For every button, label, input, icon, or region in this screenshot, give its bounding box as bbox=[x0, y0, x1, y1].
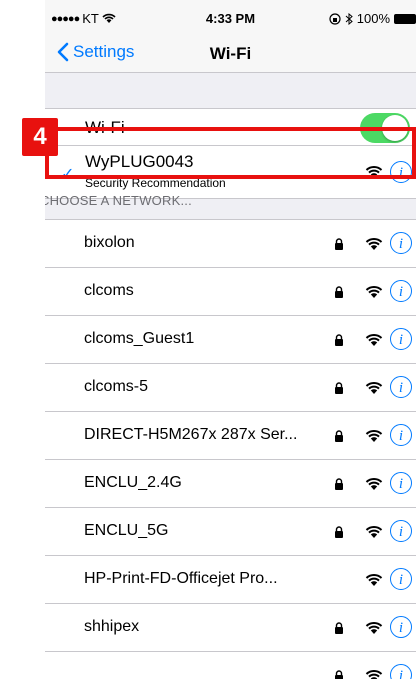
lock-icon bbox=[335, 478, 343, 490]
wifi-signal-icon bbox=[365, 382, 383, 394]
info-icon[interactable]: i bbox=[390, 616, 412, 638]
network-name: clcoms-5 bbox=[84, 378, 149, 395]
status-bar: ●●●●● KT 4:33 PM 100% bbox=[45, 0, 416, 36]
lock-icon bbox=[335, 430, 343, 442]
lock-icon bbox=[335, 334, 343, 346]
page-title: Wi-Fi bbox=[209, 44, 252, 63]
phone-screen: ●●●●● KT 4:33 PM 100% Settings Wi-Fi Wi-… bbox=[45, 0, 416, 679]
lock-icon bbox=[335, 382, 343, 394]
lock-icon bbox=[335, 670, 343, 679]
info-icon[interactable]: i bbox=[390, 424, 412, 446]
network-row[interactable]: ENCLU_2.4G i bbox=[45, 460, 416, 508]
lock-icon bbox=[335, 286, 343, 298]
network-name: clcoms bbox=[84, 282, 134, 299]
lock-rotation-icon bbox=[329, 12, 341, 25]
network-name: HP-Print-FD-Officejet Pro... bbox=[84, 570, 278, 587]
network-row[interactable]: clcoms_Guest1 i bbox=[45, 316, 416, 364]
lock-icon bbox=[335, 526, 343, 538]
network-row[interactable]: HP-Print-FD-Officejet Pro... i bbox=[45, 556, 416, 604]
info-icon[interactable]: i bbox=[390, 664, 412, 679]
battery-percent: 100% bbox=[356, 11, 390, 26]
network-name: shhipex bbox=[84, 618, 140, 635]
network-name: DIRECT-H5M267x 287x Ser... bbox=[84, 426, 298, 443]
wifi-signal-icon bbox=[365, 622, 383, 634]
wifi-signal-icon bbox=[365, 670, 383, 679]
step-badge: 4 bbox=[22, 118, 58, 156]
wifi-signal-icon bbox=[365, 478, 383, 490]
highlight-box bbox=[45, 127, 416, 179]
info-icon[interactable]: i bbox=[390, 280, 412, 302]
info-icon[interactable]: i bbox=[390, 568, 412, 590]
network-list: bixolon i clcoms i clcoms_Guest1 i clcoms-5 i DI… bbox=[45, 219, 416, 679]
section-header: CHOOSE A NETWORK... bbox=[45, 193, 192, 208]
network-name: ENCLU_5G bbox=[84, 522, 169, 539]
wifi-signal-icon bbox=[365, 238, 383, 250]
lock-icon bbox=[335, 622, 343, 634]
wifi-signal-icon bbox=[365, 574, 383, 586]
wifi-signal-icon bbox=[365, 526, 383, 538]
network-name: bixolon bbox=[84, 234, 135, 251]
info-icon[interactable]: i bbox=[390, 472, 412, 494]
network-row[interactable]: clcoms-5 i bbox=[45, 364, 416, 412]
network-row[interactable]: ENCLU_5G i bbox=[45, 508, 416, 556]
network-row[interactable]: clcoms i bbox=[45, 268, 416, 316]
network-row[interactable]: DIRECT-H5M267x 287x Ser... i bbox=[45, 412, 416, 460]
wifi-signal-icon bbox=[365, 430, 383, 442]
status-right: 100% bbox=[329, 11, 416, 26]
info-icon[interactable]: i bbox=[390, 376, 412, 398]
wifi-signal-icon bbox=[365, 286, 383, 298]
network-row[interactable]: bixolon i bbox=[45, 220, 416, 268]
info-icon[interactable]: i bbox=[390, 328, 412, 350]
bluetooth-icon bbox=[345, 12, 353, 25]
battery-icon bbox=[394, 13, 416, 24]
info-icon[interactable]: i bbox=[390, 232, 412, 254]
info-icon[interactable]: i bbox=[390, 520, 412, 542]
wifi-signal-icon bbox=[365, 334, 383, 346]
lock-icon bbox=[335, 238, 343, 250]
network-name: ENCLU_2.4G bbox=[84, 474, 182, 491]
network-row[interactable]: shhipex i bbox=[45, 604, 416, 652]
network-name: clcoms_Guest1 bbox=[84, 330, 195, 347]
network-row[interactable]: i bbox=[45, 652, 416, 679]
navigation-bar: Settings Wi-Fi bbox=[45, 36, 416, 73]
